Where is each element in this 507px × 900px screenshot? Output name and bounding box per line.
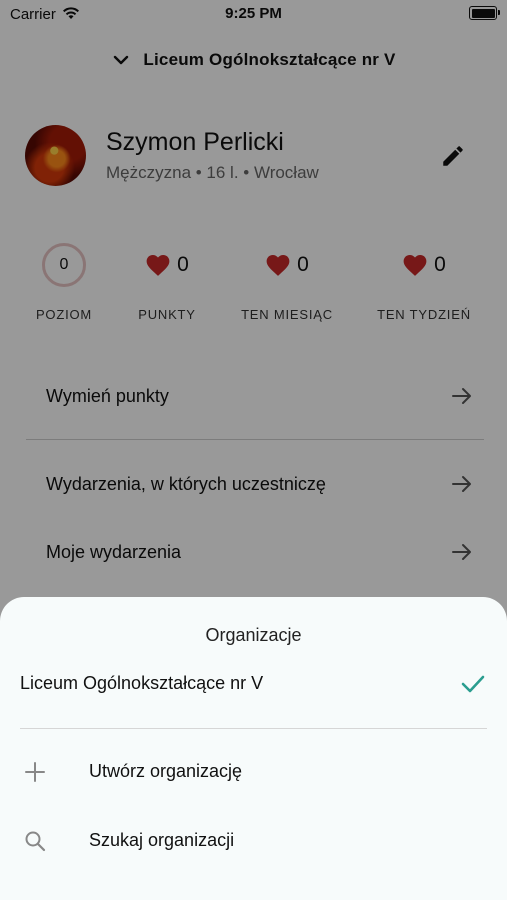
- create-organization-label: Utwórz organizację: [89, 761, 243, 781]
- plus-icon: [25, 762, 45, 782]
- create-organization-button[interactable]: Utwórz organizację: [0, 749, 507, 797]
- search-icon: [25, 831, 46, 852]
- sheet-title: Organizacje: [205, 625, 302, 645]
- organizations-sheet: Organizacje Liceum Ogólnokształcące nr V…: [0, 597, 507, 900]
- sheet-divider: [20, 728, 487, 729]
- search-organization-button[interactable]: Szukaj organizacji: [0, 818, 507, 866]
- check-icon: [461, 675, 485, 693]
- search-organization-label: Szukaj organizacji: [89, 830, 235, 850]
- organization-name: Liceum Ogólnokształcące nr V: [20, 673, 264, 693]
